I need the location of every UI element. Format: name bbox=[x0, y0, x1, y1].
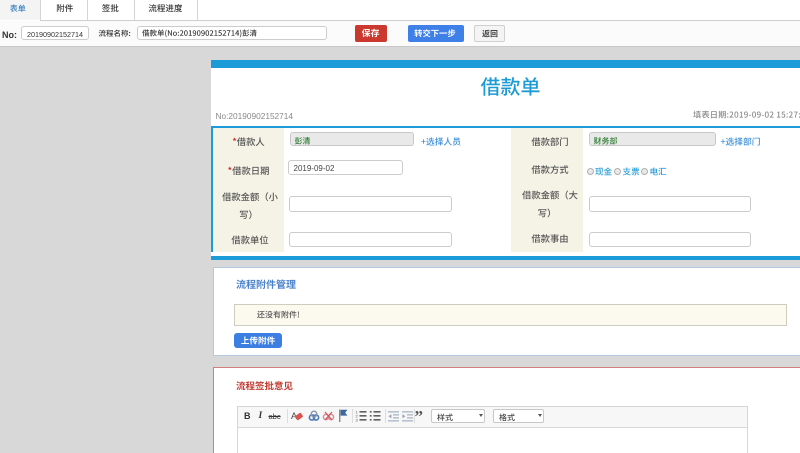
svg-text:3: 3 bbox=[356, 417, 359, 422]
